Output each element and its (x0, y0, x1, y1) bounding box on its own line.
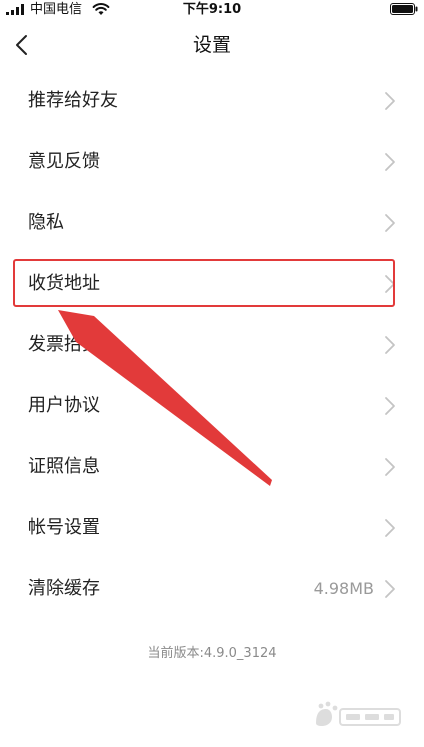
menu-item-label: 清除缓存 (28, 578, 100, 599)
menu-item-clear-cache[interactable]: 清除缓存 4.98MB (0, 558, 424, 619)
menu-item-account-settings[interactable]: 帐号设置 (0, 497, 424, 558)
menu-item-label: 帐号设置 (28, 517, 100, 538)
chevron-right-icon (385, 397, 395, 415)
menu-item-label: 用户协议 (28, 395, 100, 416)
menu-item-recommend[interactable]: 推荐给好友 (0, 70, 424, 131)
menu-item-label: 隐私 (28, 212, 64, 233)
menu-item-label: 意见反馈 (28, 151, 100, 172)
chevron-right-icon (385, 336, 395, 354)
menu-item-label: 证照信息 (28, 456, 100, 477)
navigation-bar: 设置 (0, 20, 424, 70)
menu-item-shipping-address[interactable]: 收货地址 (0, 253, 424, 314)
menu-item-license-info[interactable]: 证照信息 (0, 436, 424, 497)
menu-item-privacy[interactable]: 隐私 (0, 192, 424, 253)
app-version: 当前版本:4.9.0_3124 (147, 646, 277, 661)
page-title: 设置 (192, 34, 231, 56)
menu-item-feedback[interactable]: 意见反馈 (0, 131, 424, 192)
chevron-right-icon (385, 153, 395, 171)
cache-size-value: 4.98MB (313, 579, 374, 598)
chevron-right-icon (385, 214, 395, 232)
status-bar: 中国电信 下午9:10 (0, 0, 424, 20)
menu-item-label: 发票抬头 (28, 334, 100, 355)
status-time: 下午9:10 (182, 2, 242, 17)
chevron-right-icon (385, 275, 395, 293)
baidu-watermark-icon (316, 701, 401, 726)
menu-item-label: 推荐给好友 (28, 90, 118, 111)
chevron-right-icon (385, 92, 395, 110)
menu-item-invoice-title[interactable]: 发票抬头 (0, 314, 424, 375)
chevron-right-icon (385, 580, 395, 598)
chevron-right-icon (385, 519, 395, 537)
settings-menu: 推荐给好友 意见反馈 隐私 收货地址 发票抬头 用户协议 证照信息 帐号设置 清… (0, 70, 424, 619)
chevron-right-icon (385, 458, 395, 476)
menu-item-label: 收货地址 (28, 273, 100, 294)
battery-icon (390, 3, 418, 15)
menu-item-user-agreement[interactable]: 用户协议 (0, 375, 424, 436)
